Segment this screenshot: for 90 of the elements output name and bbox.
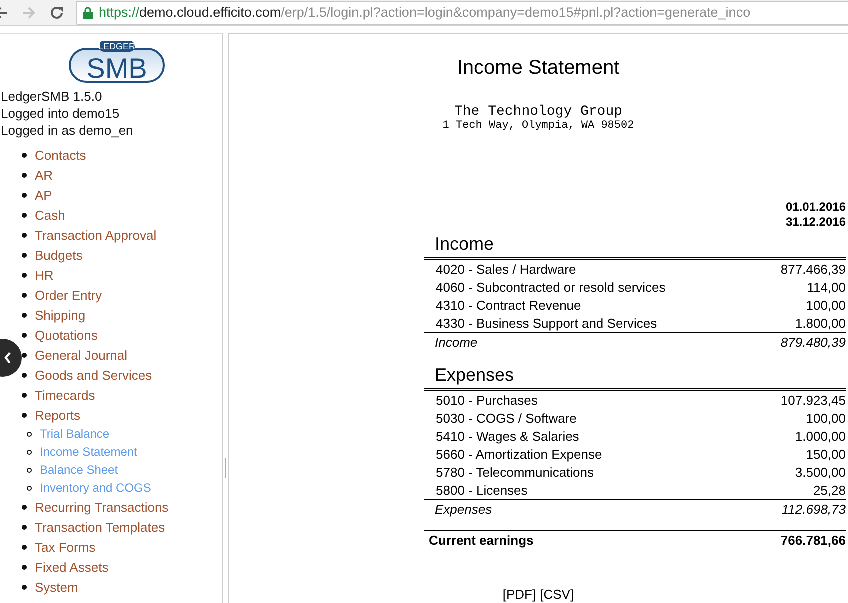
amount-cell: 877.466,39 <box>780 262 846 276</box>
bullet-icon <box>22 192 27 198</box>
bullet-icon <box>22 564 27 570</box>
export-link[interactable]: [CSV] <box>540 587 574 602</box>
reload-icon <box>49 4 65 20</box>
bullet-icon <box>27 432 32 436</box>
bullet-icon <box>27 450 32 454</box>
amount-cell: 100,00 <box>806 298 846 312</box>
logo: LEDGER SMB <box>69 40 165 84</box>
bullet-icon <box>22 272 27 278</box>
account-cell: 5010 - Purchases <box>436 392 538 408</box>
menu-item[interactable]: Quotations <box>35 328 98 342</box>
address-field[interactable]: https://demo.cloud.efficito.com/erp/1.5/login.pl?action=login&company=demo15#pnl.pl?action=generate_inco <box>76 0 848 24</box>
menu-item[interactable]: Contacts <box>35 148 86 162</box>
forward-arrow-icon <box>21 4 37 20</box>
bullet-icon <box>27 486 32 490</box>
bullet-icon <box>22 584 27 590</box>
bullet-icon <box>22 292 27 298</box>
lock-icon <box>83 6 93 18</box>
account-cell: 4330 - Business Support and Services <box>436 316 658 330</box>
total-amount: 879.480,39 <box>780 334 846 350</box>
menu-item[interactable]: Goods and Services <box>35 368 152 382</box>
bullet-icon <box>22 544 27 550</box>
company-name: The Technology Group <box>454 104 623 120</box>
bullet-icon <box>22 312 27 318</box>
menu-item[interactable]: Tax Forms <box>35 540 96 554</box>
amount-cell: 150,00 <box>806 446 846 462</box>
bullet-icon <box>22 212 27 218</box>
amount-cell: 25,28 <box>813 482 846 498</box>
submenu-item[interactable]: Balance Sheet <box>40 463 118 477</box>
result-amount: 766.781,66 <box>780 533 846 548</box>
section-heading: Expenses <box>434 364 516 386</box>
amount-cell: 114,00 <box>807 280 846 294</box>
account-cell: 5410 - Wages & Salaries <box>436 428 580 444</box>
report-title: Income Statement <box>457 57 620 80</box>
submenu-item[interactable]: Income Statement <box>40 445 138 459</box>
total-label: Expenses <box>435 502 492 516</box>
menu-item[interactable]: General Journal <box>35 348 128 362</box>
submenu-item[interactable]: Inventory and COGS <box>40 481 152 495</box>
amount-cell: 107.923,45 <box>780 392 846 408</box>
menu-item[interactable]: Transaction Templates <box>35 520 166 534</box>
menu-item[interactable]: Transaction Approval <box>35 228 157 242</box>
bullet-icon <box>22 412 27 418</box>
account-cell: 5660 - Amortization Expense <box>436 446 602 462</box>
splitter-handle[interactable] <box>225 458 226 478</box>
account-cell: 4020 - Sales / Hardware <box>436 262 576 276</box>
bullet-icon <box>22 524 27 530</box>
account-cell: 4060 - Subcontracted or resold services <box>436 280 666 294</box>
period-date: 31.12.2016 <box>786 215 846 230</box>
company-address: 1 Tech Way, Olympia, WA 98502 <box>442 120 634 132</box>
period-date: 01.01.2016 <box>786 200 846 215</box>
total-label: Income <box>435 334 478 350</box>
bullet-icon <box>22 232 27 238</box>
bullet-icon <box>22 332 27 338</box>
menu-item[interactable]: AR <box>35 168 54 182</box>
amount-cell: 1.800,00 <box>795 316 846 330</box>
bullet-icon <box>22 504 27 510</box>
menu-item[interactable]: HR <box>35 268 54 282</box>
bullet-icon <box>27 468 32 472</box>
chevron-left-icon <box>4 352 12 364</box>
menu-item[interactable]: Fixed Assets <box>35 560 109 574</box>
account-cell: 5030 - COGS / Software <box>436 410 577 426</box>
menu-item[interactable]: Cash <box>35 208 66 222</box>
amount-cell: 3.500,00 <box>795 464 846 480</box>
menu-item[interactable]: AP <box>35 188 52 202</box>
user-text: Logged in as demo_en <box>1 122 134 139</box>
amount-cell: 100,00 <box>806 410 846 426</box>
bullet-icon <box>22 252 27 258</box>
account-cell: 4310 - Contract Revenue <box>436 298 582 312</box>
menu-item[interactable]: Budgets <box>35 248 83 262</box>
bullet-icon <box>22 172 27 178</box>
total-amount: 112.698,73 <box>782 502 846 516</box>
menu-item[interactable]: Reports <box>35 408 81 422</box>
menu-item[interactable]: Order Entry <box>35 288 102 302</box>
bullet-icon <box>22 152 27 158</box>
account-cell: 5800 - Licenses <box>436 482 528 498</box>
menu-item[interactable]: Recurring Transactions <box>35 500 169 514</box>
bullet-icon <box>22 372 27 378</box>
submenu-item[interactable]: Trial Balance <box>40 427 110 441</box>
menu-item[interactable]: Timecards <box>35 388 96 402</box>
account-cell: 5780 - Telecommunications <box>436 464 594 480</box>
database-text: Logged into demo15 <box>1 105 121 122</box>
menu-item[interactable]: System <box>35 580 78 594</box>
export-link[interactable]: [PDF] <box>502 587 536 602</box>
section-heading: Income <box>434 233 496 255</box>
result-label: Current earnings <box>429 533 534 548</box>
bullet-icon <box>22 392 27 398</box>
version-text: LedgerSMB 1.5.0 <box>1 88 104 105</box>
amount-cell: 1.000,00 <box>795 428 846 444</box>
menu-item[interactable]: Shipping <box>35 308 86 322</box>
